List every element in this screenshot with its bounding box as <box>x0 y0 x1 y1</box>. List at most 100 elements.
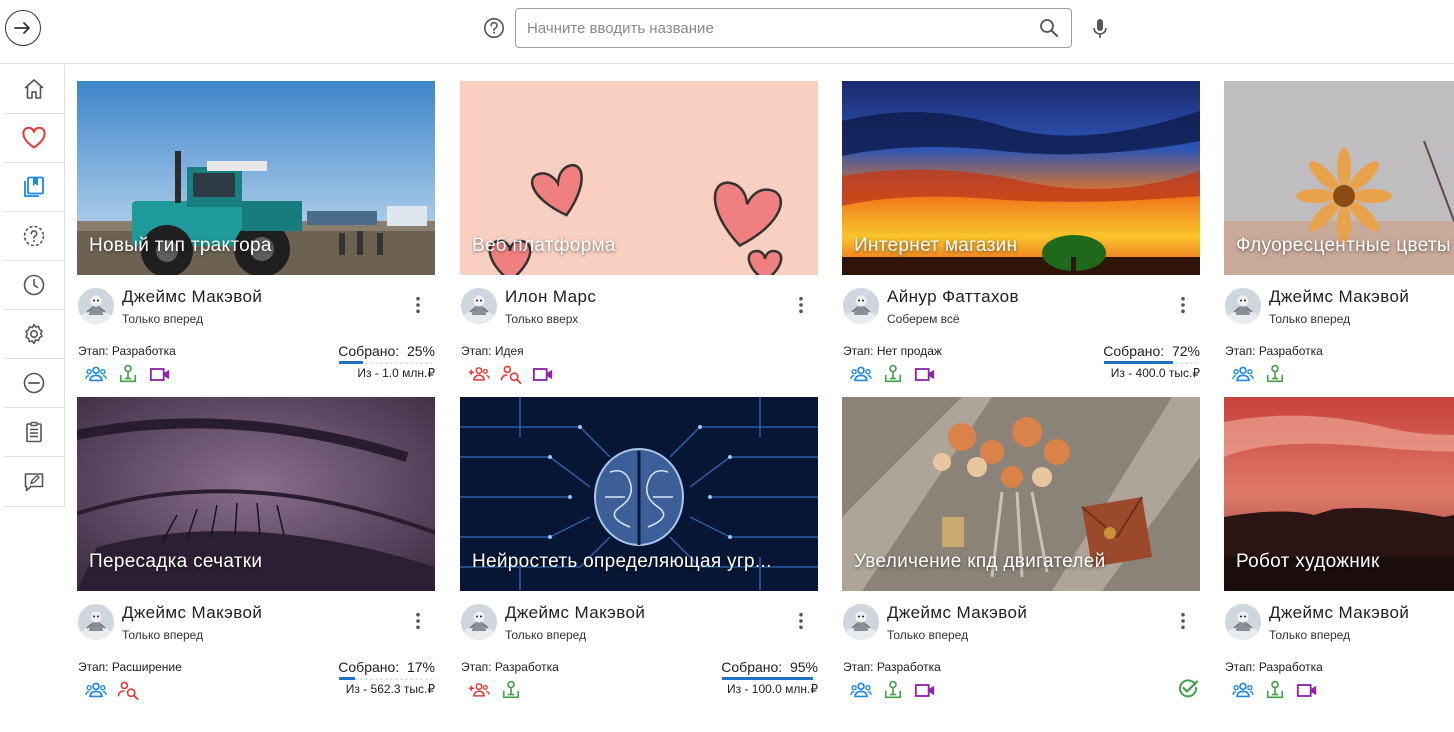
sidebar-item-minus[interactable] <box>4 359 64 408</box>
avatar[interactable] <box>461 288 497 324</box>
card-menu-button[interactable] <box>410 294 426 316</box>
video-icon[interactable] <box>1296 680 1318 700</box>
card-menu-button[interactable] <box>1175 294 1191 316</box>
video-icon[interactable] <box>149 364 171 384</box>
sidebar-item-feedback[interactable] <box>4 457 64 506</box>
card-title[interactable]: Новый тип трактора <box>89 235 429 257</box>
team-icon[interactable] <box>1232 364 1254 384</box>
raised-percent: 25% <box>406 343 435 359</box>
project-card[interactable]: Флуоресцентные цветы Джеймс Макэвой Толь… <box>1224 81 1454 391</box>
top-bar <box>0 0 1454 64</box>
project-card[interactable]: Нейростеть определяющая угр... Джеймс Ма… <box>460 397 818 707</box>
author-name[interactable]: Джеймс Макэвой <box>122 603 262 623</box>
author-motto: Соберем всё <box>887 312 960 326</box>
sidebar-item-history[interactable] <box>4 261 64 310</box>
team-icon[interactable] <box>85 680 107 700</box>
funding-goal: Из - 100.0 млн.₽ <box>726 682 818 696</box>
project-card[interactable]: Увеличение кпд двигателей Джеймс Макэвой… <box>842 397 1200 707</box>
history-icon <box>23 274 45 296</box>
search-icon[interactable] <box>1039 18 1059 38</box>
more-vert-icon <box>798 296 804 314</box>
raised: Собрано: 72% <box>1103 343 1200 359</box>
team-icon[interactable] <box>85 364 107 384</box>
author-name[interactable]: Джеймс Макэвой <box>1269 287 1409 307</box>
stage-value: Разработка <box>1258 344 1323 358</box>
video-icon[interactable] <box>532 364 554 384</box>
author-name[interactable]: Илон Марс <box>505 287 596 307</box>
card-menu-button[interactable] <box>410 610 426 632</box>
author-name[interactable]: Джеймс Макэвой <box>505 603 645 623</box>
mentor-icon[interactable] <box>882 364 904 384</box>
card-title[interactable]: Веб платформа <box>472 235 812 257</box>
login-arrow-button[interactable] <box>5 10 41 46</box>
avatar[interactable] <box>78 604 114 640</box>
mentor-icon[interactable] <box>1264 364 1286 384</box>
search-input[interactable] <box>527 9 1027 47</box>
stage-value: Идея <box>494 344 524 358</box>
card-menu-button[interactable] <box>1175 610 1191 632</box>
funding-progress <box>722 677 818 680</box>
card-title[interactable]: Робот художник <box>1236 551 1454 573</box>
mentor-icon[interactable] <box>117 364 139 384</box>
raised-label: Собрано: <box>721 659 783 675</box>
search-person-icon[interactable] <box>500 364 522 384</box>
avatar[interactable] <box>843 288 879 324</box>
author-name[interactable]: Джеймс Макэвой <box>887 603 1027 623</box>
stage-label: Этап: <box>1225 660 1256 674</box>
avatar[interactable] <box>1225 288 1261 324</box>
team-icon[interactable] <box>850 680 872 700</box>
raised: Собрано: 17% <box>338 659 435 675</box>
sidebar-item-home[interactable] <box>4 65 64 114</box>
stage-label: Этап: <box>1225 344 1256 358</box>
card-menu-button[interactable] <box>793 610 809 632</box>
sidebar-item-settings[interactable] <box>4 310 64 359</box>
avatar[interactable] <box>843 604 879 640</box>
avatar[interactable] <box>461 604 497 640</box>
project-card[interactable]: Робот художник Джеймс Макэвой Только впе… <box>1224 397 1454 707</box>
card-menu-button[interactable] <box>793 294 809 316</box>
add-team-icon[interactable] <box>468 680 490 700</box>
author-name[interactable]: Джеймс Макэвой <box>122 287 262 307</box>
card-title[interactable]: Флуоресцентные цветы <box>1236 235 1454 257</box>
video-icon[interactable] <box>914 364 936 384</box>
stage-value: Разработка <box>1258 660 1323 674</box>
team-icon[interactable] <box>850 364 872 384</box>
stage: Этап: Расширение <box>78 660 182 674</box>
team-icon[interactable] <box>1232 680 1254 700</box>
author-name[interactable]: Айнур Фаттахов <box>887 287 1019 307</box>
home-icon <box>24 79 44 99</box>
voice-search-button[interactable] <box>1090 17 1110 41</box>
avatar[interactable] <box>78 288 114 324</box>
video-icon[interactable] <box>914 680 936 700</box>
sidebar-item-questions[interactable] <box>4 212 64 261</box>
minus-icon <box>23 372 45 394</box>
sidebar-item-favorites[interactable] <box>4 114 64 163</box>
badges <box>468 680 522 700</box>
favorites-icon <box>22 126 46 149</box>
avatar[interactable] <box>1225 604 1261 640</box>
funding-progress <box>1104 361 1200 364</box>
sidebar-item-clipboard[interactable] <box>4 408 64 457</box>
badges <box>850 680 936 700</box>
project-card[interactable]: Пересадка сечатки Джеймс Макэвой Только … <box>77 397 435 707</box>
help-button[interactable] <box>483 17 505 39</box>
card-title[interactable]: Нейростеть определяющая угр... <box>472 551 812 573</box>
sidebar-item-bookmarks[interactable] <box>4 163 64 212</box>
card-title[interactable]: Увеличение кпд двигателей <box>854 551 1194 573</box>
funding-goal: Из - 562.3 тыс.₽ <box>345 682 435 696</box>
card-title[interactable]: Интернет магазин <box>854 235 1194 257</box>
project-card[interactable]: Веб платформа Илон Марс Только вверх Эта… <box>460 81 818 391</box>
search-person-icon[interactable] <box>117 680 139 700</box>
project-card[interactable]: Интернет магазин Айнур Фаттахов Соберем … <box>842 81 1200 391</box>
help-icon <box>484 18 504 38</box>
stage: Этап: Нет продаж <box>843 344 942 358</box>
mentor-icon[interactable] <box>1264 680 1286 700</box>
mentor-icon[interactable] <box>882 680 904 700</box>
author-motto: Только вперед <box>122 312 204 326</box>
add-team-icon[interactable] <box>468 364 490 384</box>
mentor-icon[interactable] <box>500 680 522 700</box>
card-title[interactable]: Пересадка сечатки <box>89 551 429 573</box>
author-name[interactable]: Джеймс Макэвой <box>1269 603 1409 623</box>
author-motto: Только вперед <box>887 628 969 642</box>
project-card[interactable]: Новый тип трактора Джеймс Макэвой Только… <box>77 81 435 391</box>
